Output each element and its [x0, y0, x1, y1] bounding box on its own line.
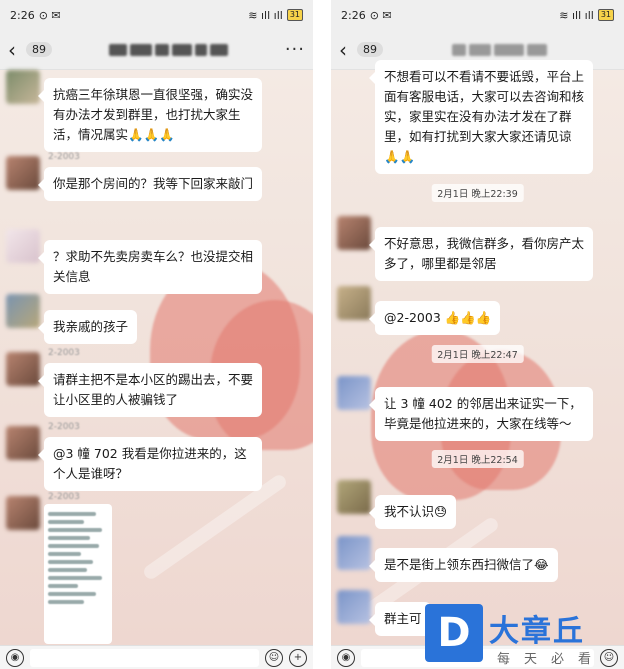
avatar[interactable]	[6, 496, 40, 530]
battery-indicator: 31	[286, 9, 303, 21]
brand-logo: D	[425, 604, 483, 662]
avatar[interactable]	[6, 156, 40, 190]
brand-watermark: D 大章丘 每天必看	[425, 604, 624, 669]
sender-name: 2-2003	[48, 348, 80, 358]
back-chevron-icon[interactable]: ‹	[8, 38, 22, 62]
status-icons: ⊙ ✉	[369, 8, 392, 22]
more-dots-icon[interactable]: ···	[285, 39, 305, 60]
battery-indicator: 31	[597, 9, 614, 21]
message-bubble[interactable]: @2-2003 👍👍👍	[368, 301, 501, 335]
avatar[interactable]	[337, 286, 371, 320]
avatar[interactable]	[337, 376, 371, 410]
emoji-icon[interactable]: ☺	[265, 648, 283, 667]
message-list: 抗癌三年徐琪恩一直很坚强，确实没有办法才发到群里，也打扰大家生活，情况属实🙏🙏🙏…	[0, 70, 313, 645]
timestamp: 2月1日 晚上22:39	[431, 184, 524, 202]
message-bubble[interactable]: 不想看可以不看请不要诋毁，平台上面有客服电话，大家可以去咨询和核实，家里实在没有…	[369, 60, 593, 174]
message-bubble[interactable]: 我不认识😓	[368, 495, 457, 529]
message-bubble[interactable]: ？求助不先卖房卖车么？也没提交相关信息	[38, 240, 262, 294]
sender-name: 2-2003	[48, 492, 80, 502]
voice-icon[interactable]: ◉	[337, 648, 355, 667]
sender-name: 2-2003	[48, 152, 80, 162]
status-icons: ⊙ ✉	[38, 8, 61, 22]
unread-count[interactable]: 89	[357, 42, 383, 57]
avatar[interactable]	[6, 294, 40, 328]
chat-title-redacted	[383, 43, 616, 56]
message-bubble[interactable]: 我亲戚的孩子	[37, 310, 138, 344]
avatar[interactable]	[6, 70, 40, 104]
message-bubble[interactable]: @3 幢 702 我看是你拉进来的，这个人是谁呀？	[38, 437, 262, 491]
avatar[interactable]	[6, 352, 40, 386]
timestamp: 2月1日 晚上22:47	[431, 345, 524, 363]
chat-screen-left: 2:26 ⊙ ✉ ≋ ıll ıll 31 ‹ 89 ··· 抗癌三年徐琪恩一直很坚…	[0, 0, 313, 669]
status-time: 2:26	[10, 8, 35, 22]
avatar[interactable]	[337, 480, 371, 514]
message-input[interactable]	[30, 648, 259, 667]
image-message-thumbnail[interactable]	[44, 504, 112, 644]
message-bubble[interactable]: 是不是街上领东西扫微信了😂	[369, 548, 558, 582]
back-chevron-icon[interactable]: ‹	[339, 38, 353, 62]
signal-icon: ≋ ıll ıll	[248, 8, 283, 22]
status-bar: 2:26 ⊙ ✉ ≋ ıll ıll 31	[331, 0, 624, 30]
status-bar: 2:26 ⊙ ✉ ≋ ıll ıll 31	[0, 0, 313, 30]
add-icon[interactable]: +	[289, 648, 307, 667]
brand-name: 大章丘	[489, 614, 585, 649]
unread-count[interactable]: 89	[26, 42, 52, 57]
chat-header: ‹ 89 ···	[0, 30, 313, 70]
avatar[interactable]	[6, 426, 40, 460]
status-time: 2:26	[341, 8, 366, 22]
message-list: 不想看可以不看请不要诋毁，平台上面有客服电话，大家可以去咨询和核实，家里实在没有…	[331, 60, 624, 645]
sender-name: 2-2003	[48, 422, 80, 432]
message-bubble[interactable]: 请群主把不是本小区的踢出去，不要让小区里的人被骗钱了	[38, 363, 262, 417]
voice-icon[interactable]: ◉	[6, 648, 24, 667]
message-bubble[interactable]: 你是那个房间的？我等下回家来敲门	[38, 167, 262, 201]
message-bubble[interactable]: 抗癌三年徐琪恩一直很坚强，确实没有办法才发到群里，也打扰大家生活，情况属实🙏🙏🙏	[38, 78, 262, 152]
input-bar: ◉ ☺ +	[0, 645, 313, 669]
message-bubble[interactable]: 不好意思，我微信群多，看你房产太多了，哪里都是邻居	[369, 227, 593, 281]
avatar[interactable]	[337, 536, 371, 570]
avatar[interactable]	[337, 590, 371, 624]
timestamp: 2月1日 晚上22:54	[431, 450, 524, 468]
chat-title-redacted	[52, 43, 285, 56]
message-bubble[interactable]: 群主可	[369, 602, 431, 636]
avatar[interactable]	[6, 229, 40, 263]
avatar[interactable]	[337, 216, 371, 250]
signal-icon: ≋ ıll ıll	[559, 8, 594, 22]
brand-slogan: 每天必看	[497, 652, 606, 667]
chat-screen-right: 2:26 ⊙ ✉ ≋ ıll ıll 31 ‹ 89 不想看可以不看请不要诋毁，平台…	[331, 0, 624, 669]
message-bubble[interactable]: 让 3 幢 402 的邻居出来证实一下，毕竟是他拉进来的，大家在线等～	[369, 387, 593, 441]
